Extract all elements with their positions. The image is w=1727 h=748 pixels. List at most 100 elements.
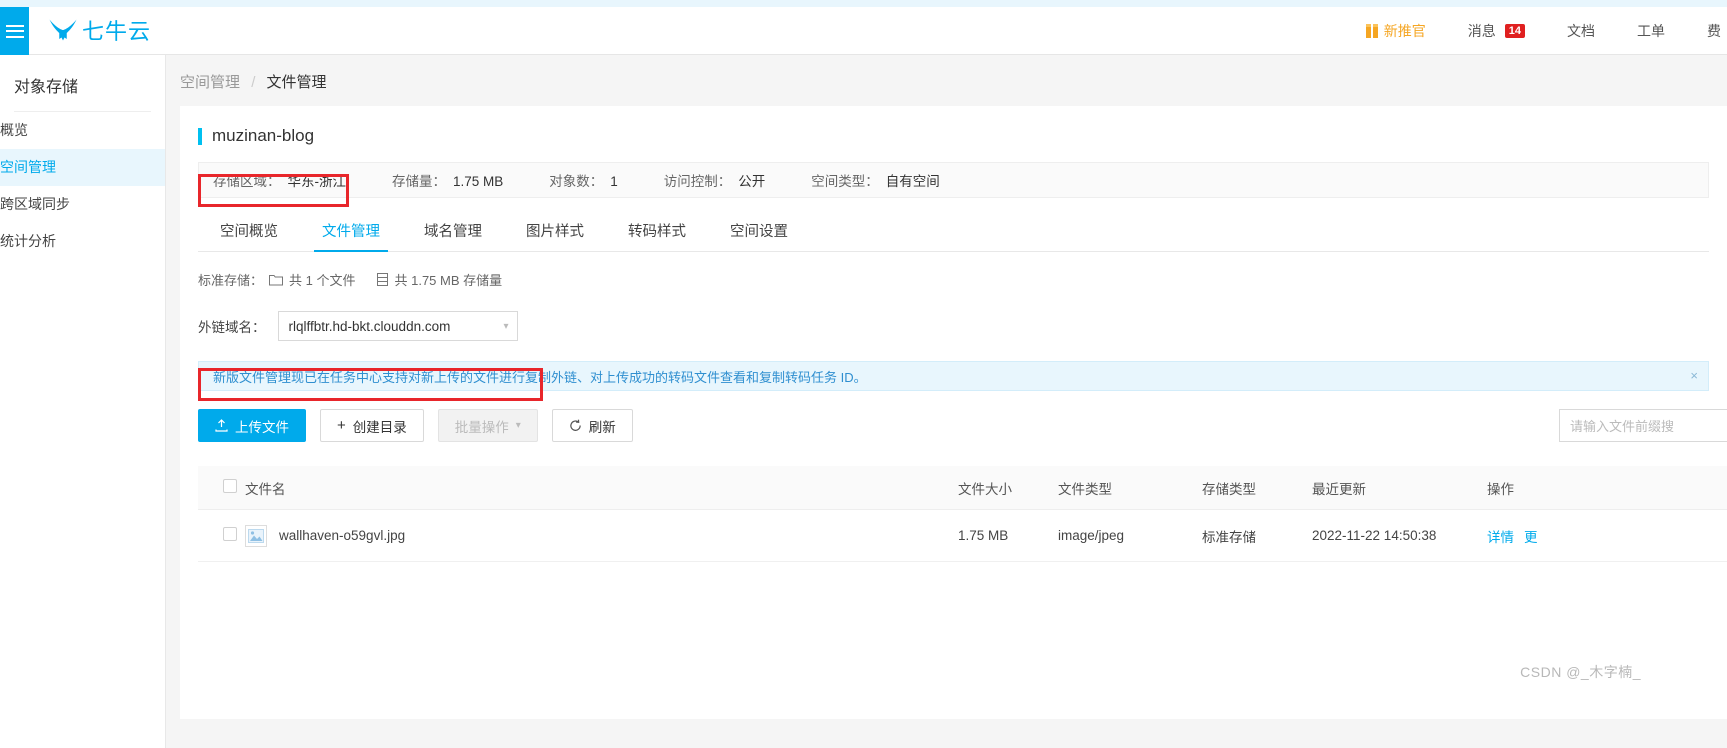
info-region-label: 存储区域：: [213, 174, 281, 189]
sidebar-item-bucket-management[interactable]: 空间管理: [0, 149, 165, 186]
tab-bucket-settings-label: 空间设置: [730, 224, 788, 240]
action-details-link[interactable]: 详情: [1487, 526, 1514, 546]
tab-file-management-label: 文件管理: [322, 224, 380, 240]
cell-filesize: 1.75 MB: [958, 528, 1009, 543]
info-storage: 存储量： 1.75 MB: [392, 170, 503, 190]
storage-summary: 标准存储： 共 1 个文件 共 1.75 MB 存储量: [198, 270, 1727, 289]
tab-file-management[interactable]: 文件管理: [300, 220, 402, 252]
nav-item-billing-label: 费: [1707, 23, 1721, 39]
breadcrumb: 空间管理 / 文件管理: [166, 55, 1727, 106]
close-icon[interactable]: ×: [1690, 368, 1698, 383]
breadcrumb-parent[interactable]: 空间管理: [180, 74, 240, 91]
tab-transcode-style[interactable]: 转码样式: [606, 220, 708, 251]
column-header-updated: 最近更新: [1312, 481, 1366, 497]
chevron-down-icon: ▾: [503, 320, 509, 332]
hamburger-menu-button[interactable]: [0, 7, 29, 55]
main-content: 空间管理 / 文件管理 muzinan-blog 存储区域： 华东-浙江 存储量：…: [166, 55, 1727, 748]
tab-bucket-overview[interactable]: 空间概览: [198, 220, 300, 251]
info-access: 访问控制： 公开: [664, 170, 766, 190]
external-domain-select[interactable]: rlqlffbtr.hd-bkt.clouddn.com ▾: [277, 311, 518, 341]
storage-summary-prefix: 标准存储：: [198, 273, 264, 288]
cell-filetype: image/jpeg: [1058, 528, 1125, 543]
upload-file-label: 上传文件: [235, 419, 289, 435]
notice-text: 新版文件管理现已在任务中心支持对新上传的文件进行复制外链、对上传成功的转码文件查…: [213, 369, 867, 385]
select-all-cell: [198, 479, 245, 496]
tab-bucket-overview-label: 空间概览: [220, 224, 278, 240]
gift-icon: [1365, 24, 1378, 38]
external-domain-row: 外链域名： rlqlffbtr.hd-bkt.clouddn.com ▾: [198, 311, 1727, 341]
brand-logo-area[interactable]: 七牛云: [48, 10, 151, 50]
row-select-cell: [198, 527, 245, 544]
info-access-label: 访问控制：: [663, 174, 732, 189]
external-domain-label: 外链域名：: [198, 320, 266, 335]
sidebar-title: 对象存储: [14, 55, 151, 112]
bucket-name: muzinan-blog: [212, 126, 315, 145]
folder-icon: [269, 274, 284, 285]
tab-domain-management[interactable]: 域名管理: [402, 220, 504, 251]
chevron-down-icon: ▾: [515, 420, 521, 431]
bucket-header: muzinan-blog: [180, 106, 1727, 146]
brand-name: 七牛云: [82, 19, 152, 44]
row-checkbox[interactable]: [223, 527, 237, 541]
sidebar-item-statistics[interactable]: 统计分析: [0, 223, 165, 260]
tab-bucket-settings[interactable]: 空间设置: [708, 220, 810, 251]
refresh-icon: [570, 419, 581, 431]
header-accent-strip: [0, 0, 1727, 7]
table-header-row: 文件名 文件大小 文件类型 存储类型 最近更新 操作: [198, 466, 1727, 510]
table-row: wallhaven-o59gvl.jpg 1.75 MB image/jpeg …: [198, 510, 1727, 562]
message-count-badge: 14: [1504, 24, 1525, 38]
top-header: 七牛云 新推官 消息 14 文档 工单 费: [0, 0, 1727, 55]
batch-operation-label: 批量操作: [454, 419, 509, 435]
cell-filename: wallhaven-o59gvl.jpg: [245, 524, 958, 547]
nav-item-docs-label: 文档: [1567, 23, 1595, 39]
tab-image-style[interactable]: 图片样式: [504, 220, 606, 251]
nav-item-promo-label: 新推官: [1383, 23, 1426, 39]
sidebar-item-cross-region-sync-label: 跨区域同步: [0, 196, 70, 212]
column-header-storagetype: 存储类型: [1202, 481, 1256, 497]
search-input[interactable]: 请输入文件前缀搜: [1559, 409, 1727, 442]
refresh-button[interactable]: 刷新: [551, 409, 633, 442]
nav-item-billing[interactable]: 费: [1686, 7, 1727, 55]
tab-transcode-style-label: 转码样式: [628, 224, 686, 240]
nav-item-messages[interactable]: 消息 14: [1447, 7, 1546, 55]
sidebar-item-bucket-management-label: 空间管理: [0, 159, 56, 175]
upload-icon: [215, 419, 228, 432]
nav-item-docs[interactable]: 文档: [1546, 7, 1616, 55]
sidebar-item-cross-region-sync[interactable]: 跨区域同步: [0, 186, 165, 223]
storage-summary-size: 共 1.75 MB 存储量: [394, 273, 503, 288]
info-bucket-type: 空间类型： 自有空间: [811, 170, 940, 190]
content-panel: muzinan-blog 存储区域： 华东-浙江 存储量： 1.75 MB 对象数：…: [180, 106, 1727, 719]
notice-banner: 新版文件管理现已在任务中心支持对新上传的文件进行复制外链、对上传成功的转码文件查…: [198, 361, 1709, 391]
nav-item-tickets[interactable]: 工单: [1616, 7, 1686, 55]
sidebar-item-overview[interactable]: 概览: [0, 112, 165, 149]
cell-actions: 详情 更: [1487, 526, 1607, 546]
action-more-link[interactable]: 更: [1524, 526, 1538, 546]
column-header-filetype: 文件类型: [1058, 481, 1112, 497]
tab-domain-management-label: 域名管理: [424, 224, 482, 240]
refresh-label: 刷新: [588, 419, 616, 435]
create-directory-button[interactable]: + 创建目录: [320, 409, 424, 442]
sidebar: 对象存储 概览 空间管理 跨区域同步 统计分析: [0, 55, 166, 748]
column-header-actions: 操作: [1487, 481, 1514, 497]
nav-item-promo[interactable]: 新推官: [1345, 7, 1447, 55]
column-header-filesize: 文件大小: [958, 481, 1012, 497]
bucket-info-strip: 存储区域： 华东-浙江 存储量： 1.75 MB 对象数： 1 访问控制： 公开 空间类…: [198, 162, 1709, 198]
batch-operation-button[interactable]: 批量操作 ▾: [437, 409, 538, 442]
upload-file-button[interactable]: 上传文件: [198, 409, 306, 442]
sidebar-item-statistics-label: 统计分析: [0, 233, 56, 249]
info-objects-label: 对象数：: [549, 174, 604, 189]
image-file-icon: [245, 524, 267, 547]
info-region-value: 华东-浙江: [287, 174, 347, 189]
search-placeholder: 请输入文件前缀搜: [1570, 419, 1675, 434]
watermark: CSDN @_木字楠_: [1520, 664, 1641, 680]
cell-updated: 2022-11-22 14:50:38: [1312, 528, 1437, 543]
info-objects: 对象数： 1: [549, 170, 618, 190]
hamburger-icon: [5, 21, 24, 41]
cell-storagetype: 标准存储: [1202, 529, 1256, 545]
toolbar: 上传文件 + 创建目录 批量操作 ▾ 刷新 请输入文件前缀搜: [198, 409, 1727, 442]
filename-text[interactable]: wallhaven-o59gvl.jpg: [279, 528, 405, 543]
tab-bar: 空间概览 文件管理 域名管理 图片样式 转码样式 空间设置: [198, 216, 1709, 252]
column-header-filename: 文件名: [245, 481, 286, 497]
qiniu-bull-icon: [49, 19, 77, 41]
select-all-checkbox[interactable]: [223, 479, 237, 493]
